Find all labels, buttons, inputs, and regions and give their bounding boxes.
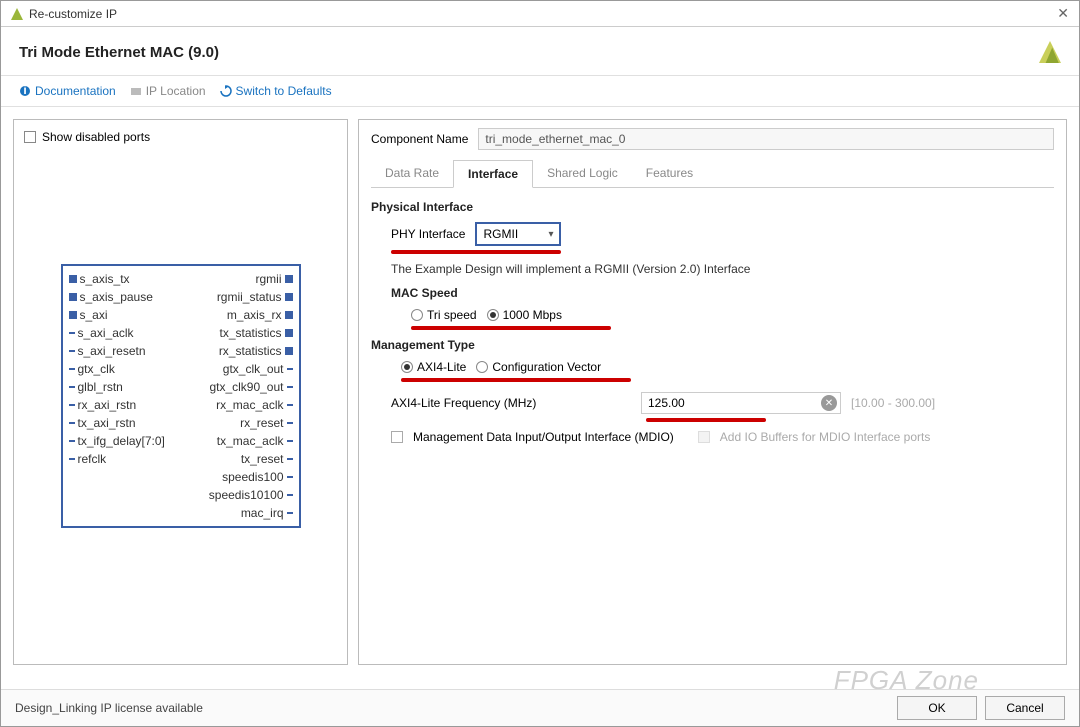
tab-features[interactable]: Features	[632, 160, 707, 187]
mgmt-axi4lite-radio[interactable]: AXI4-Lite	[401, 360, 466, 374]
port-tx_axi_rstn: tx_axi_rstn	[69, 416, 136, 430]
close-icon[interactable]: ✕	[1057, 5, 1069, 22]
port-glbl_rstn: glbl_rstn	[69, 380, 123, 394]
phy-interface-select[interactable]: RGMII ▾	[475, 222, 561, 246]
checkbox-icon	[24, 131, 36, 143]
axi4lite-freq-range: [10.00 - 300.00]	[851, 396, 935, 410]
port-rgmii: rgmii	[256, 272, 293, 286]
port-s_axi: s_axi	[69, 308, 108, 322]
port-gtx_clk90_out: gtx_clk90_out	[209, 380, 292, 394]
toolbar: i Documentation IP Location Switch to De…	[1, 76, 1079, 107]
documentation-link[interactable]: i Documentation	[19, 84, 116, 98]
axi4lite-freq-label: AXI4-Lite Frequency (MHz)	[391, 396, 631, 410]
mgmt-axi4lite-label: AXI4-Lite	[417, 360, 466, 374]
mac-speed-1000-radio[interactable]: 1000 Mbps	[487, 308, 562, 322]
mdio-label: Management Data Input/Output Interface (…	[413, 430, 674, 444]
port-rx_mac_aclk: rx_mac_aclk	[216, 398, 292, 412]
port-rx_axi_rstn: rx_axi_rstn	[69, 398, 137, 412]
main-area: Show disabled ports s_axis_tx s_axis_paus…	[1, 107, 1079, 677]
tab-bar: Data RateInterfaceShared LogicFeatures	[371, 160, 1054, 188]
status-bar: Design_Linking IP license available OK C…	[1, 689, 1079, 726]
tab-shared-logic[interactable]: Shared Logic	[533, 160, 632, 187]
component-name-label: Component Name	[371, 132, 468, 146]
show-disabled-label: Show disabled ports	[42, 130, 150, 144]
annotation-mark	[411, 326, 611, 330]
vivado-logo-large-icon	[1039, 41, 1061, 63]
iobuf-checkbox	[698, 431, 710, 443]
physical-interface-section: Physical Interface PHY Interface RGMII ▾…	[371, 200, 1054, 330]
folder-icon	[130, 85, 142, 97]
left-panel: Show disabled ports s_axis_tx s_axis_paus…	[13, 119, 348, 665]
ip-title: Tri Mode Ethernet MAC (9.0)	[19, 44, 219, 61]
port-speedis10100: speedis10100	[209, 488, 293, 502]
ip-location-label: IP Location	[146, 84, 206, 98]
tab-interface[interactable]: Interface	[453, 160, 533, 188]
mdio-checkbox[interactable]	[391, 431, 403, 443]
ip-block-diagram[interactable]: s_axis_tx s_axis_pause s_axi s_axi_aclk s_ax…	[61, 264, 301, 528]
ip-title-area: Tri Mode Ethernet MAC (9.0)	[1, 27, 1079, 76]
radio-icon	[401, 361, 413, 373]
radio-icon	[487, 309, 499, 321]
window-titlebar: Re-customize IP ✕	[1, 1, 1079, 27]
radio-icon	[476, 361, 488, 373]
component-name-input[interactable]	[478, 128, 1054, 150]
port-speedis100: speedis100	[222, 470, 292, 484]
axi4lite-freq-input-wrap: ✕	[641, 392, 841, 414]
clear-icon[interactable]: ✕	[821, 395, 837, 411]
refresh-icon	[220, 85, 232, 97]
port-s_axi_aclk: s_axi_aclk	[69, 326, 134, 340]
license-status: Design_Linking IP license available	[15, 701, 889, 715]
port-rgmii_status: rgmii_status	[217, 290, 293, 304]
port-refclk: refclk	[69, 452, 107, 466]
info-icon: i	[19, 85, 31, 97]
port-mac_irq: mac_irq	[241, 506, 293, 520]
port-s_axi_resetn: s_axi_resetn	[69, 344, 146, 358]
ok-button[interactable]: OK	[897, 696, 977, 720]
switch-defaults-label: Switch to Defaults	[236, 84, 332, 98]
tab-data-rate[interactable]: Data Rate	[371, 160, 453, 187]
physical-interface-heading: Physical Interface	[371, 200, 1054, 214]
management-type-section: Management Type AXI4-Lite Configuration …	[371, 338, 1054, 444]
mgmt-configvec-radio[interactable]: Configuration Vector	[476, 360, 601, 374]
annotation-mark	[391, 250, 561, 254]
switch-defaults-link[interactable]: Switch to Defaults	[220, 84, 332, 98]
annotation-mark	[401, 378, 631, 382]
cancel-button[interactable]: Cancel	[985, 696, 1065, 720]
port-tx_mac_aclk: tx_mac_aclk	[217, 434, 293, 448]
phy-interface-note: The Example Design will implement a RGMI…	[391, 262, 1054, 276]
port-tx_ifg_delay[7:0]: tx_ifg_delay[7:0]	[69, 434, 165, 448]
svg-text:i: i	[23, 85, 26, 97]
documentation-label: Documentation	[35, 84, 116, 98]
port-tx_statistics: tx_statistics	[219, 326, 292, 340]
mac-speed-tri-radio[interactable]: Tri speed	[411, 308, 477, 322]
iobuf-label: Add IO Buffers for MDIO Interface ports	[720, 430, 931, 444]
port-s_axis_pause: s_axis_pause	[69, 290, 153, 304]
radio-icon	[411, 309, 423, 321]
ip-location: IP Location	[130, 84, 206, 98]
mac-speed-heading: MAC Speed	[391, 286, 1054, 300]
chevron-down-icon: ▾	[548, 229, 553, 240]
port-tx_reset: tx_reset	[241, 452, 293, 466]
vivado-logo-icon	[11, 8, 23, 20]
window-title: Re-customize IP	[29, 7, 1057, 21]
port-gtx_clk: gtx_clk	[69, 362, 115, 376]
port-s_axis_tx: s_axis_tx	[69, 272, 130, 286]
port-rx_reset: rx_reset	[240, 416, 292, 430]
phy-interface-value: RGMII	[483, 227, 518, 241]
mgmt-configvec-label: Configuration Vector	[492, 360, 601, 374]
axi4lite-freq-input[interactable]	[648, 393, 821, 413]
annotation-mark	[646, 418, 766, 422]
show-disabled-ports-checkbox[interactable]: Show disabled ports	[24, 130, 337, 144]
port-rx_statistics: rx_statistics	[219, 344, 293, 358]
mac-speed-1000-label: 1000 Mbps	[503, 308, 562, 322]
mac-speed-tri-label: Tri speed	[427, 308, 477, 322]
port-gtx_clk_out: gtx_clk_out	[223, 362, 293, 376]
right-panel: Component Name Data RateInterfaceShared …	[358, 119, 1067, 665]
port-m_axis_rx: m_axis_rx	[227, 308, 293, 322]
management-type-heading: Management Type	[371, 338, 1054, 352]
phy-interface-label: PHY Interface	[391, 227, 465, 241]
